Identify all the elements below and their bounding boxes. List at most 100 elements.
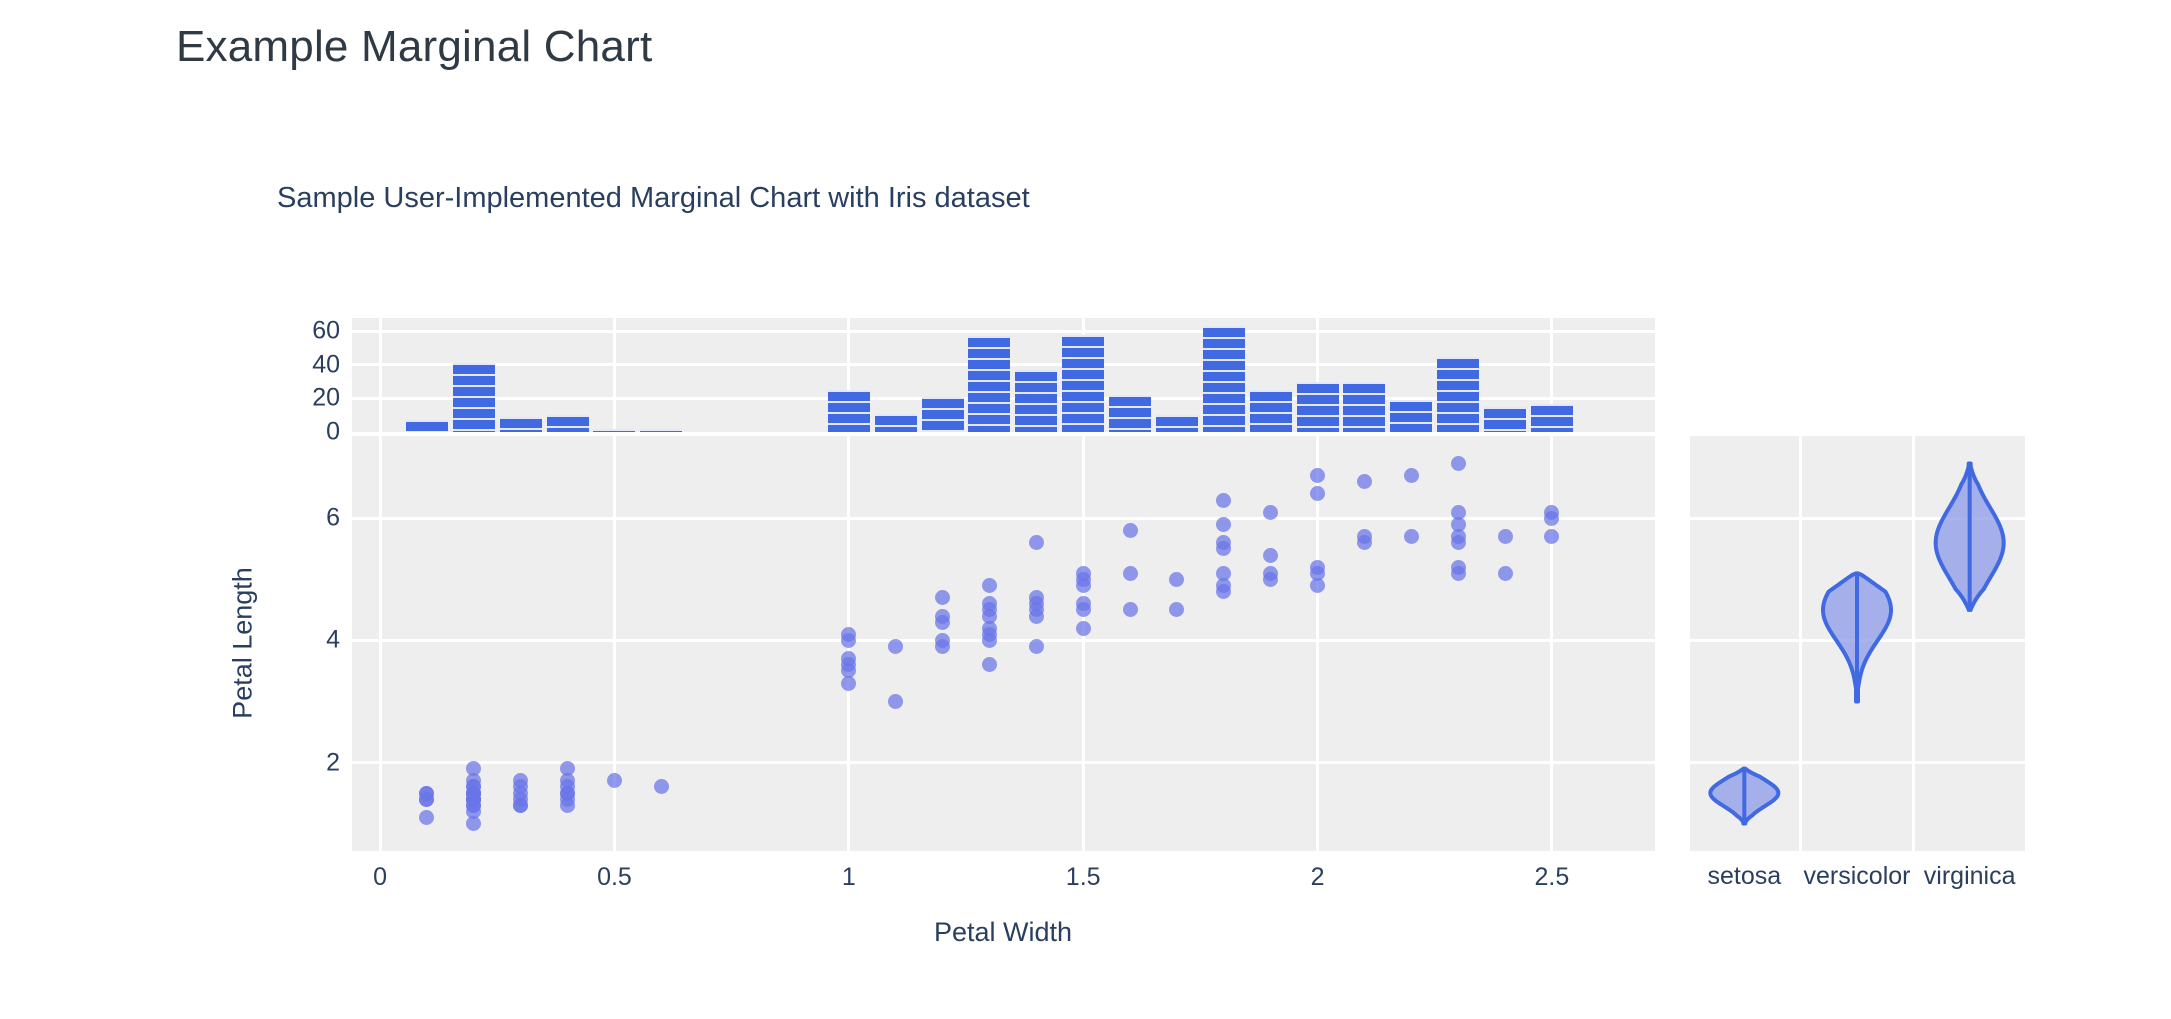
x-tick-label: 2.5 (1534, 863, 1570, 891)
x-tick-label: 0 (373, 863, 388, 891)
scatter-point (1450, 565, 1466, 581)
scatter-point (1356, 474, 1372, 490)
scatter-point (888, 639, 904, 655)
scatter-point (1403, 529, 1419, 545)
histogram-bar (1437, 356, 1480, 432)
scatter-point (1075, 578, 1091, 594)
scatter-point (1450, 535, 1466, 551)
scatter-point (935, 639, 951, 655)
histogram-y-tick-label: 60 (312, 316, 340, 345)
histogram-panel (352, 318, 1655, 432)
x-tick-label: 1 (841, 863, 856, 891)
gridline-vertical (612, 318, 616, 432)
scatter-point (935, 614, 951, 630)
scatter-point (841, 632, 857, 648)
scatter-point (1356, 535, 1372, 551)
scatter-point (1122, 523, 1138, 539)
scatter-point (1028, 535, 1044, 551)
marginal-chart: Sample User-Implemented Marginal Chart w… (0, 0, 2171, 1019)
gridline-vertical (1081, 436, 1085, 851)
gridline-horizontal (352, 329, 1655, 333)
gridline-vertical (378, 318, 382, 432)
gridline-vertical (1550, 436, 1554, 851)
histogram-bar (1530, 403, 1573, 432)
scatter-point (1263, 504, 1279, 520)
violin-category-label-virginica: virginica (1923, 862, 2016, 890)
violin-panel (1686, 436, 2028, 851)
histogram-bar (1390, 400, 1433, 432)
scatter-point (1263, 571, 1279, 587)
histogram-y-tick-label: 40 (312, 350, 340, 379)
histogram-bar (1202, 326, 1245, 432)
histogram-bar (1249, 390, 1292, 432)
scatter-point (1028, 639, 1044, 655)
histogram-bar (546, 415, 589, 432)
scatter-point (1403, 468, 1419, 484)
histogram-bar (452, 363, 495, 432)
histogram-bar (1062, 334, 1105, 432)
scatter-point (1497, 529, 1513, 545)
x-tick-label: 2 (1310, 863, 1325, 891)
histogram-bar (968, 336, 1011, 432)
scatter-point (1075, 620, 1091, 636)
scatter-point (1216, 492, 1232, 508)
scatter-point (419, 785, 435, 801)
histogram-bar (640, 429, 683, 432)
scatter-point (606, 773, 622, 789)
chart-subtitle: Sample User-Implemented Marginal Chart w… (277, 182, 1030, 214)
histogram-bar (1296, 381, 1339, 432)
scatter-point (1263, 547, 1279, 563)
scatter-point (466, 761, 482, 777)
y-tick-label: 2 (326, 748, 340, 776)
x-tick-label: 1.5 (1065, 863, 1101, 891)
histogram-bar (921, 396, 964, 432)
scatter-point (1544, 510, 1560, 526)
x-tick-label: 0.5 (597, 863, 632, 891)
scatter-point (1075, 596, 1091, 612)
scatter-point (981, 657, 997, 673)
histogram-y-tick-label: 0 (326, 417, 340, 446)
scatter-point (1216, 584, 1232, 600)
gridline-vertical (378, 436, 382, 851)
scatter-point (1497, 565, 1513, 581)
scatter-point (1216, 516, 1232, 532)
scatter-point (1216, 541, 1232, 557)
gridline-horizontal (352, 761, 1655, 764)
x-axis-title: Petal Width (933, 917, 1073, 947)
y-tick-label: 4 (326, 625, 340, 654)
histogram-bar (1484, 406, 1526, 432)
y-axis-title: Petal Length (227, 567, 258, 719)
histogram-bar (1343, 381, 1386, 432)
scatter-point (841, 675, 857, 691)
histogram-bar (1155, 415, 1198, 432)
histogram-bar (874, 413, 917, 432)
scatter-point (1122, 565, 1138, 581)
scatter-point (1544, 529, 1560, 545)
scatter-point (466, 816, 482, 832)
y-tick-label: 6 (326, 503, 340, 532)
scatter-point (1169, 571, 1185, 587)
gridline-vertical (612, 436, 616, 851)
histogram-bar (1109, 395, 1152, 432)
scatter-point (1169, 602, 1185, 618)
gridline-horizontal (352, 638, 1655, 642)
histogram-bar (405, 420, 448, 432)
histogram-y-tick-label: 20 (312, 383, 340, 412)
scatter-point (981, 632, 997, 648)
scatter-point (466, 791, 482, 807)
violin-shapes (1708, 461, 2006, 826)
scatter-point (888, 693, 904, 709)
histogram-bar (593, 429, 636, 432)
scatter-point (419, 809, 435, 825)
scatter-point (513, 797, 529, 813)
scatter-point (1122, 602, 1138, 618)
scatter-point (981, 578, 997, 594)
scatter-point (1310, 486, 1326, 502)
violin-category-label-setosa: setosa (1707, 862, 1782, 890)
scatter-point (1310, 468, 1326, 484)
scatter-point (653, 779, 669, 795)
histogram-bar (827, 390, 870, 432)
scatter-point (1310, 578, 1326, 594)
scatter-point (1450, 455, 1466, 471)
violin-category-label-versicolor: versicolor (1803, 862, 1911, 890)
